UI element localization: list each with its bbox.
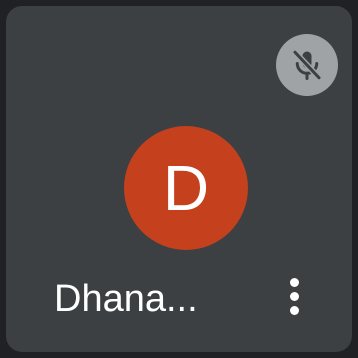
more-options-button[interactable] xyxy=(272,266,316,326)
avatar-initial: D xyxy=(162,152,210,224)
mic-muted-badge xyxy=(276,34,338,96)
more-vertical-icon xyxy=(289,277,299,287)
mic-off-icon xyxy=(292,49,322,81)
avatar: D xyxy=(124,126,248,250)
participant-tile[interactable]: D Dhana... xyxy=(6,6,352,352)
more-vertical-icon-dot xyxy=(289,305,299,315)
more-vertical-icon-dot xyxy=(289,291,299,301)
participant-name: Dhana... xyxy=(54,278,198,320)
